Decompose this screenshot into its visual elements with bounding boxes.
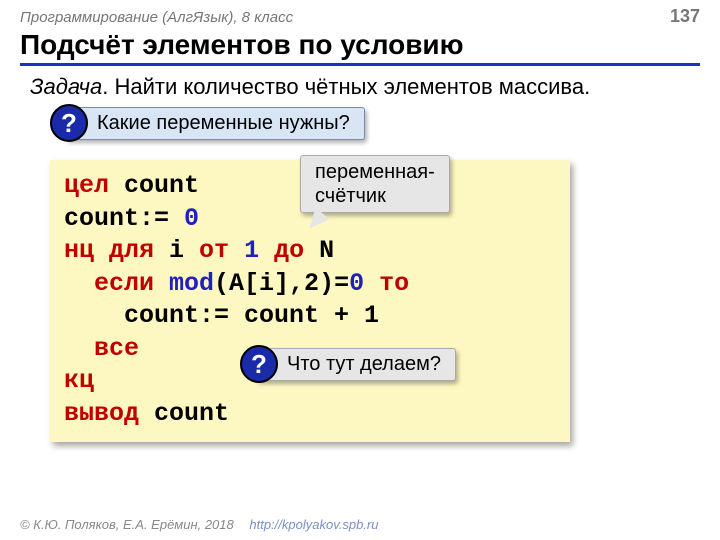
callout-variables: ? Какие переменные нужны?: [50, 104, 365, 142]
callout-counter-line1: переменная-: [315, 160, 435, 184]
question-icon: ?: [240, 345, 278, 383]
task-text: . Найти количество чётных элементов масс…: [102, 74, 590, 99]
footer: © К.Ю. Поляков, Е.А. Ерёмин, 2018 http:/…: [20, 517, 378, 532]
code-line-3: нц для i от 1 до N: [64, 235, 556, 268]
callout-what-doing-text: Что тут делаем?: [256, 348, 456, 381]
page-number: 137: [670, 6, 700, 27]
callout-variables-text: Какие переменные нужны?: [66, 107, 365, 140]
code-line-4: если mod(A[i],2)=0 то: [64, 268, 556, 301]
header-row: Программирование (АлгЯзык), 8 класс 137: [0, 0, 720, 27]
course-label: Программирование (АлгЯзык), 8 класс: [20, 9, 293, 26]
task-label: Задача: [30, 74, 102, 99]
footer-url: http://kpolyakov.spb.ru: [249, 517, 378, 532]
code-line-8: вывод count: [64, 398, 556, 431]
callout-what-doing: ? Что тут делаем?: [240, 345, 456, 383]
callout-counter-var: переменная- счётчик: [300, 155, 450, 213]
copyright-text: © К.Ю. Поляков, Е.А. Ерёмин, 2018: [20, 517, 234, 532]
task-line: Задача. Найти количество чётных элементо…: [30, 74, 690, 100]
question-icon: ?: [50, 104, 88, 142]
callout-counter-line2: счётчик: [315, 184, 435, 208]
slide-title: Подсчёт элементов по условию: [20, 29, 700, 66]
code-line-5: count:= count + 1: [64, 300, 556, 333]
